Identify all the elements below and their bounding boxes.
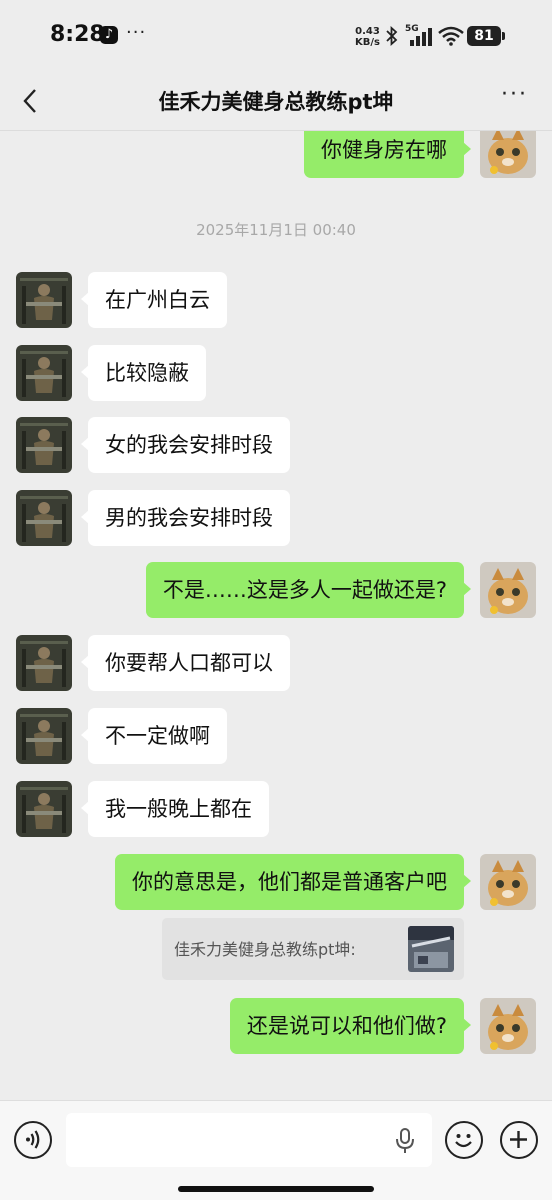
chat-title: 佳禾力美健身总教练pt坤 [158, 90, 394, 114]
quoted-message-text: 佳禾力美健身总教练pt坤: [174, 940, 356, 959]
message-input[interactable] [66, 1113, 432, 1167]
message-row-sent: 你的意思是，他们都是普通客户吧 [0, 854, 552, 910]
battery-icon: 81 [467, 26, 505, 46]
net-speed-unit: KB/s [355, 37, 380, 48]
more-dots-icon[interactable]: ··· [501, 82, 528, 107]
message-row-received: 我一般晚上都在 [0, 781, 552, 837]
message-bubble-received[interactable]: 比较隐蔽 [81, 345, 206, 401]
mic-icon[interactable] [394, 1128, 416, 1154]
message-row-received: 你要帮人口都可以 [0, 635, 552, 691]
message-row-received: 女的我会安排时段 [0, 417, 552, 473]
message-bubble-received[interactable]: 不一定做啊 [81, 708, 227, 764]
status-more-icon: ··· [126, 22, 147, 43]
my-avatar[interactable] [480, 854, 536, 910]
net-speed-value: 0.43 [355, 26, 380, 37]
status-time: 8:28 [50, 22, 105, 47]
signal-icon [410, 28, 432, 46]
quoted-message[interactable]: 佳禾力美健身总教练pt坤: [162, 918, 464, 980]
message-row-sent: 你健身房在哪 [0, 131, 552, 178]
status-bar: 8:28 ♪ ··· 0.43 KB/s 5G 81 [0, 0, 552, 72]
message-bubble-received[interactable]: 你要帮人口都可以 [81, 635, 290, 691]
input-bar [0, 1100, 552, 1200]
message-bubble-received[interactable]: 男的我会安排时段 [81, 490, 290, 546]
tiktok-icon: ♪ [100, 26, 118, 44]
plus-icon[interactable] [500, 1121, 538, 1159]
message-row-sent: 不是……这是多人一起做还是? [0, 562, 552, 618]
home-indicator[interactable] [178, 1186, 374, 1192]
message-bubble-sent[interactable]: 你健身房在哪 [304, 131, 471, 178]
quoted-image-thumbnail[interactable] [408, 926, 454, 972]
contact-avatar[interactable] [16, 490, 72, 546]
message-row-received: 男的我会安排时段 [0, 490, 552, 546]
message-bubble-received[interactable]: 女的我会安排时段 [81, 417, 290, 473]
message-row-received: 比较隐蔽 [0, 345, 552, 401]
chat-history[interactable]: 你健身房在哪 2025年11月1日 00:40 在广州白云 比较隐蔽 女的我会安… [0, 131, 552, 1100]
contact-avatar[interactable] [16, 635, 72, 691]
contact-avatar[interactable] [16, 417, 72, 473]
message-bubble-sent[interactable]: 不是……这是多人一起做还是? [145, 562, 472, 618]
my-avatar[interactable] [480, 998, 536, 1054]
my-avatar[interactable] [480, 562, 536, 618]
contact-avatar[interactable] [16, 781, 72, 837]
chat-header: 佳禾力美健身总教练pt坤 ··· [0, 72, 552, 130]
message-timestamp: 2025年11月1日 00:40 [196, 221, 356, 239]
wifi-icon [438, 26, 464, 46]
contact-avatar[interactable] [16, 345, 72, 401]
message-bubble-received[interactable]: 我一般晚上都在 [81, 781, 269, 837]
message-row-sent: 还是说可以和他们做? [0, 998, 552, 1054]
contact-avatar[interactable] [16, 708, 72, 764]
message-row-received: 在广州白云 [0, 272, 552, 328]
emoji-icon[interactable] [445, 1121, 483, 1159]
message-bubble-sent[interactable]: 还是说可以和他们做? [229, 998, 472, 1054]
bluetooth-icon [386, 26, 398, 46]
message-row-received: 不一定做啊 [0, 708, 552, 764]
my-avatar[interactable] [480, 131, 536, 178]
contact-avatar[interactable] [16, 272, 72, 328]
message-bubble-received[interactable]: 在广州白云 [81, 272, 227, 328]
voice-icon[interactable] [14, 1121, 52, 1159]
message-bubble-sent[interactable]: 你的意思是，他们都是普通客户吧 [115, 854, 471, 910]
net-speed: 0.43 KB/s [355, 26, 380, 48]
